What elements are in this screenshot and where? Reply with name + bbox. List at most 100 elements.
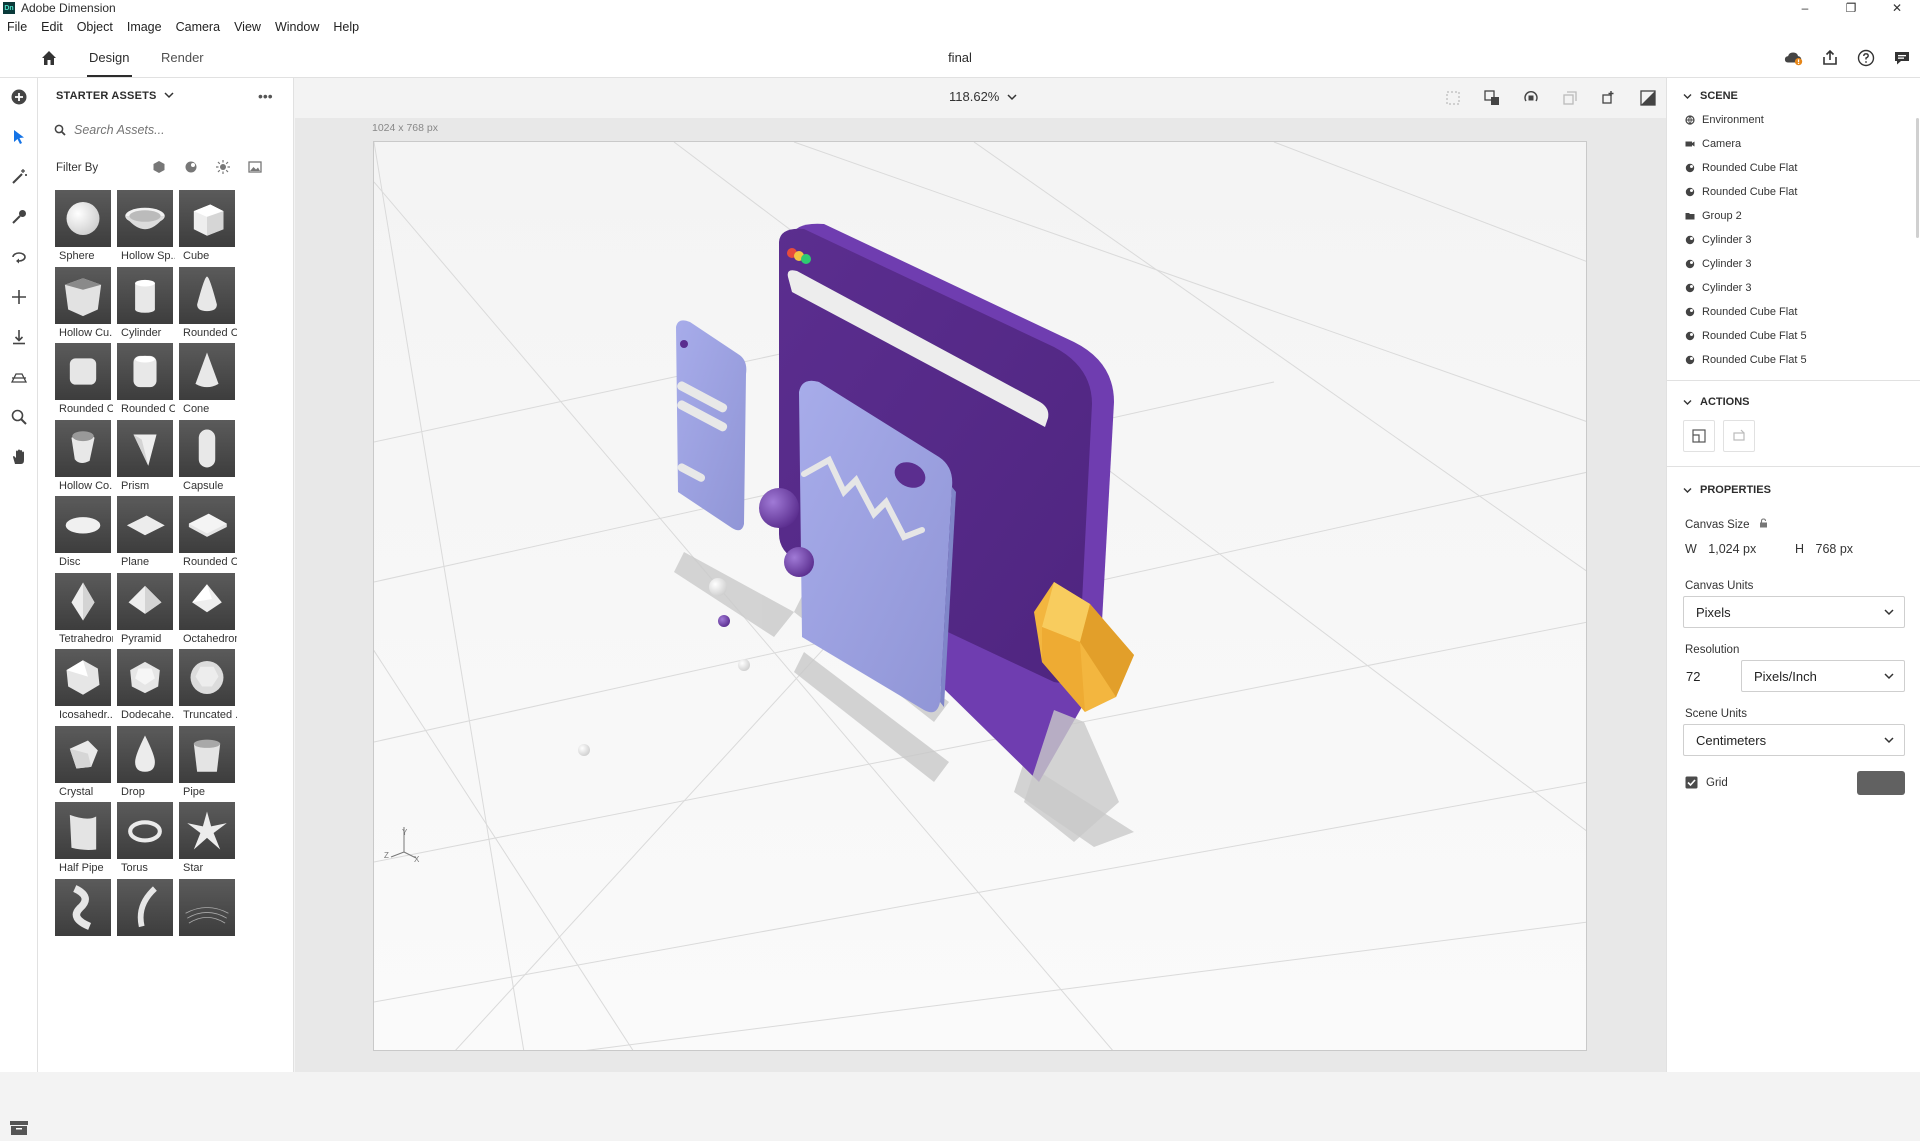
minimize-button[interactable]: –	[1782, 0, 1828, 16]
asset-tile[interactable]	[55, 878, 123, 965]
scene-item[interactable]: Rounded Cube Flat 5	[1685, 354, 1807, 366]
asset-tile[interactable]: Cube	[179, 190, 247, 276]
move-tool-icon[interactable]	[9, 287, 29, 307]
asset-tile[interactable]: Half Pipe	[55, 802, 123, 888]
orbit-tool-icon[interactable]	[9, 247, 29, 267]
snap-icon[interactable]	[1598, 87, 1619, 108]
asset-tile[interactable]: Rounded C...	[55, 343, 123, 429]
menu-object[interactable]: Object	[70, 20, 120, 34]
asset-tile[interactable]: Prism	[117, 419, 185, 506]
width-field[interactable]: W 1,024 px	[1685, 542, 1756, 556]
asset-tile[interactable]: Dodecahe...	[117, 649, 185, 735]
filter-images-icon[interactable]	[248, 160, 262, 179]
menu-view[interactable]: View	[227, 20, 268, 34]
more-options-button[interactable]: •••	[258, 88, 273, 104]
archive-icon[interactable]	[8, 1120, 30, 1136]
feedback-icon[interactable]	[1892, 48, 1912, 68]
actions-header[interactable]: ACTIONS	[1683, 396, 1750, 408]
menu-edit[interactable]: Edit	[34, 20, 70, 34]
height-value[interactable]: 768 px	[1816, 542, 1854, 556]
asset-tile[interactable]	[117, 878, 185, 965]
scene-item[interactable]: Rounded Cube Flat	[1685, 186, 1797, 198]
asset-tile[interactable]: Crystal	[55, 725, 123, 812]
search-input[interactable]	[74, 123, 274, 137]
asset-tile[interactable]: Torus	[117, 802, 185, 888]
asset-tile[interactable]: Cone	[179, 343, 247, 429]
help-icon[interactable]	[1856, 48, 1876, 68]
asset-tile[interactable]: Rounded C...	[117, 343, 185, 429]
asset-tile[interactable]: Hollow Co...	[55, 419, 123, 506]
scene-header[interactable]: SCENE	[1683, 90, 1738, 102]
match-image-action-button[interactable]	[1723, 420, 1755, 452]
asset-tile[interactable]: Pipe	[179, 725, 247, 812]
assets-header[interactable]: STARTER ASSETS	[56, 90, 174, 102]
grid-toggle[interactable]: Grid	[1685, 776, 1728, 789]
width-value[interactable]: 1,024 px	[1708, 542, 1756, 556]
scene-item[interactable]: Cylinder 3	[1685, 234, 1752, 246]
properties-header[interactable]: PROPERTIES	[1683, 484, 1771, 496]
scene-item[interactable]: Rounded Cube Flat 5	[1685, 330, 1807, 342]
frame-icon[interactable]	[1442, 87, 1463, 108]
scene-scrollbar[interactable]	[1916, 118, 1919, 238]
filter-lights-icon[interactable]	[216, 160, 230, 179]
select-tool-icon[interactable]	[9, 127, 29, 147]
scene-item[interactable]: Rounded Cube Flat	[1685, 306, 1797, 318]
checkbox-checked-icon[interactable]	[1685, 776, 1698, 789]
scene-item[interactable]: Camera	[1685, 138, 1741, 150]
asset-tile[interactable]: Cylinder	[117, 266, 185, 353]
asset-tile[interactable]: Pyramid	[117, 572, 185, 659]
asset-tile[interactable]: Drop	[117, 725, 185, 812]
scene-item[interactable]: Group 2	[1685, 210, 1742, 222]
asset-tile[interactable]: Plane	[117, 496, 185, 582]
menu-window[interactable]: Window	[268, 20, 326, 34]
tab-render[interactable]: Render	[161, 50, 204, 65]
lock-icon[interactable]	[1759, 518, 1768, 528]
close-button[interactable]: ✕	[1874, 0, 1920, 16]
menu-image[interactable]: Image	[120, 20, 169, 34]
zoom-icon[interactable]	[9, 407, 29, 427]
fit-canvas-action-button[interactable]	[1683, 420, 1715, 452]
menu-camera[interactable]: Camera	[169, 20, 227, 34]
asset-tile[interactable]: Rounded C...	[179, 496, 247, 582]
align-icon[interactable]	[1559, 87, 1580, 108]
drop-to-ground-icon[interactable]	[9, 327, 29, 347]
asset-tile[interactable]: Disc	[55, 496, 123, 582]
fit-to-frame-icon[interactable]	[1481, 87, 1502, 108]
tab-design[interactable]: Design	[89, 50, 129, 65]
scene-item[interactable]: Rounded Cube Flat	[1685, 162, 1797, 174]
zoom-control[interactable]: 118.62%	[949, 89, 1017, 104]
filter-models-icon[interactable]	[152, 160, 166, 179]
asset-tile[interactable]: Rounded C...	[179, 266, 247, 353]
asset-tile[interactable]: Octahedron	[179, 572, 247, 659]
asset-tile[interactable]	[179, 878, 247, 965]
add-content-icon[interactable]	[9, 87, 29, 107]
asset-tile[interactable]: Hollow Sp...	[117, 190, 185, 276]
menu-help[interactable]: Help	[326, 20, 366, 34]
asset-tile[interactable]: Capsule	[179, 419, 247, 506]
canvas-units-dropdown[interactable]: Pixels	[1683, 596, 1905, 628]
scene-item[interactable]: Cylinder 3	[1685, 282, 1752, 294]
search-field[interactable]	[54, 120, 284, 140]
asset-tile[interactable]: Truncated ...	[179, 649, 247, 735]
asset-tile[interactable]: Hollow Cu...	[55, 266, 123, 353]
resolution-unit-dropdown[interactable]: Pixels/Inch	[1741, 660, 1905, 692]
scene-item[interactable]: Environment	[1685, 114, 1764, 126]
asset-tile[interactable]: Star	[179, 802, 247, 888]
asset-tile[interactable]: Sphere	[55, 190, 123, 276]
grid-color-swatch[interactable]	[1857, 771, 1905, 795]
pan-hand-icon[interactable]	[9, 447, 29, 467]
cloud-sync-icon[interactable]	[1784, 48, 1804, 68]
menu-file[interactable]: File	[0, 20, 34, 34]
filter-materials-icon[interactable]	[184, 160, 198, 179]
share-icon[interactable]	[1820, 48, 1840, 68]
rotate-object-icon[interactable]	[1520, 87, 1541, 108]
asset-tile[interactable]: Icosahedr...	[55, 649, 123, 735]
sample-tool-icon[interactable]	[9, 207, 29, 227]
render-preview-icon[interactable]	[1637, 87, 1658, 108]
resolution-input[interactable]: 72	[1683, 660, 1738, 692]
scene-units-dropdown[interactable]: Centimeters	[1683, 724, 1905, 756]
scene-item[interactable]: Cylinder 3	[1685, 258, 1752, 270]
horizon-tool-icon[interactable]	[9, 367, 29, 387]
restore-button[interactable]: ❐	[1828, 0, 1874, 16]
asset-tile[interactable]: Tetrahedron	[55, 572, 123, 659]
